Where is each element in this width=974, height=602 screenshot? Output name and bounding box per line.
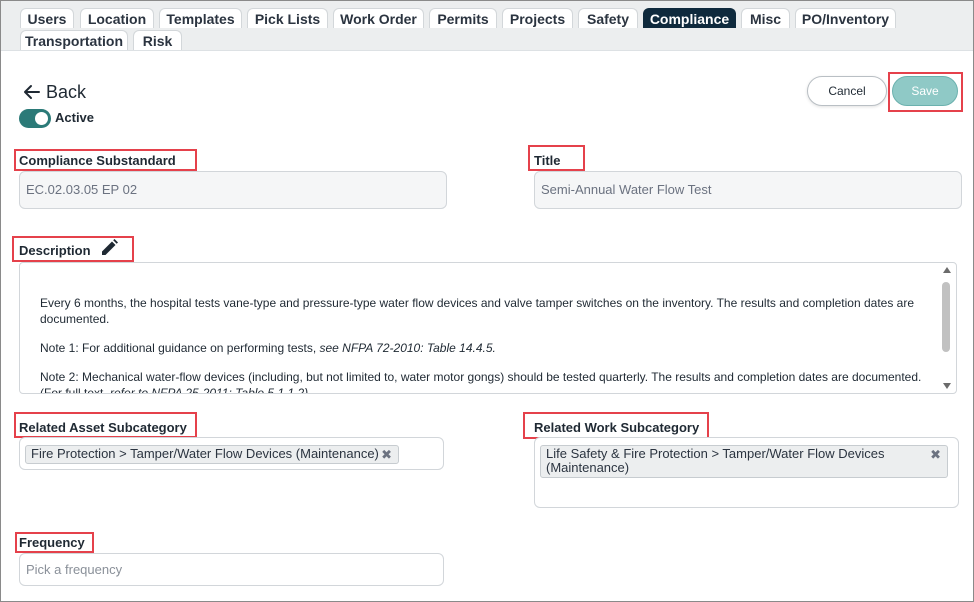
- description-label: Description: [19, 243, 91, 258]
- scroll-thumb[interactable]: [942, 282, 950, 352]
- work-subcategory-chip: Life Safety & Fire Protection > Tamper/W…: [540, 445, 948, 478]
- tab-safety[interactable]: Safety: [578, 8, 638, 28]
- tab-permits[interactable]: Permits: [429, 8, 497, 28]
- work-subcategory-chip-label: Life Safety & Fire Protection > Tamper/W…: [546, 446, 885, 475]
- tab-compliance[interactable]: Compliance: [643, 8, 736, 28]
- active-toggle[interactable]: [19, 109, 51, 128]
- tab-bar: Users Location Templates Pick Lists Work…: [1, 1, 973, 51]
- tab-pick-lists[interactable]: Pick Lists: [247, 8, 328, 28]
- remove-chip-icon[interactable]: ✖: [381, 448, 392, 462]
- title-label: Title: [534, 153, 561, 168]
- tab-risk[interactable]: Risk: [133, 30, 182, 50]
- description-paragraph-2: Note 1: For additional guidance on perfo…: [40, 340, 925, 356]
- description-paragraph-1: Every 6 months, the hospital tests vane-…: [40, 296, 915, 326]
- frequency-select[interactable]: Pick a frequency: [19, 553, 444, 586]
- tab-po-inventory[interactable]: PO/Inventory: [795, 8, 896, 28]
- description-paragraph-3: Note 2: Mechanical water-flow devices (i…: [40, 369, 925, 394]
- description-scrollbar[interactable]: [940, 267, 954, 391]
- toggle-knob: [35, 112, 48, 125]
- tab-transportation[interactable]: Transportation: [20, 30, 128, 50]
- tab-location[interactable]: Location: [80, 8, 154, 28]
- pencil-icon[interactable]: [99, 238, 119, 258]
- cancel-button[interactable]: Cancel: [807, 76, 887, 106]
- asset-subcategory-label: Related Asset Subcategory: [19, 420, 187, 435]
- back-label: Back: [46, 81, 87, 102]
- save-button[interactable]: Save: [892, 76, 958, 106]
- title-field[interactable]: Semi-Annual Water Flow Test: [534, 171, 962, 209]
- scroll-up-icon[interactable]: [943, 267, 951, 273]
- description-note-2-ref: refer to NFPA 25-2011: Table 5.1.1.2): [110, 386, 309, 394]
- description-content: Every 6 months, the hospital tests vane-…: [40, 295, 925, 394]
- asset-subcategory-chip: Fire Protection > Tamper/Water Flow Devi…: [25, 445, 399, 464]
- substandard-field[interactable]: EC.02.03.05 EP 02: [19, 171, 447, 209]
- description-note-1-ref: see NFPA 72-2010: Table 14.4.5.: [319, 341, 496, 355]
- scroll-down-icon[interactable]: [943, 383, 951, 389]
- tab-work-order[interactable]: Work Order: [333, 8, 424, 28]
- description-editor[interactable]: Every 6 months, the hospital tests vane-…: [19, 262, 957, 394]
- active-label: Active: [55, 110, 95, 125]
- tab-projects[interactable]: Projects: [502, 8, 573, 28]
- arrow-left-icon: [24, 85, 40, 99]
- asset-subcategory-chip-label: Fire Protection > Tamper/Water Flow Devi…: [31, 446, 379, 461]
- remove-chip-icon[interactable]: ✖: [930, 448, 941, 462]
- back-button[interactable]: Back: [23, 80, 86, 104]
- substandard-label: Compliance Substandard: [19, 153, 176, 168]
- tab-users[interactable]: Users: [20, 8, 74, 28]
- work-subcategory-label: Related Work Subcategory: [534, 420, 700, 435]
- tab-templates[interactable]: Templates: [159, 8, 242, 28]
- app-frame: Users Location Templates Pick Lists Work…: [0, 0, 974, 602]
- tab-misc[interactable]: Misc: [741, 8, 790, 28]
- description-note-1: Note 1: For additional guidance on perfo…: [40, 341, 320, 355]
- frequency-label: Frequency: [19, 535, 85, 550]
